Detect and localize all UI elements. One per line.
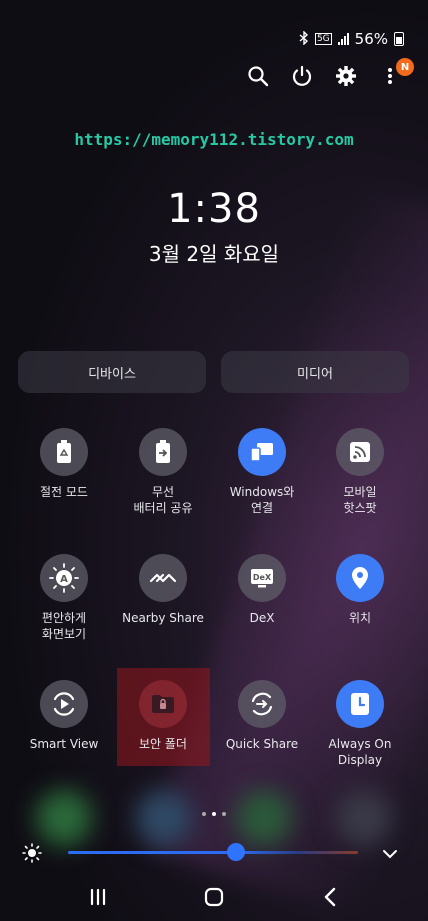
notification-badge: N — [396, 58, 414, 76]
expand-chevron-icon[interactable] — [382, 845, 398, 864]
tile-always-on-display[interactable]: Always On Display — [310, 680, 410, 768]
status-bar: 5G 56% — [299, 29, 404, 48]
tile-wireless-powershare[interactable]: 무선 배터리 공유 — [113, 428, 213, 516]
tile-label: 보안 폴더 — [139, 737, 187, 751]
signal-icon — [337, 33, 349, 45]
power-icon[interactable] — [290, 64, 314, 88]
svg-text:DeX: DeX — [253, 573, 272, 582]
tile-label: 절전 모드 — [40, 485, 88, 499]
clock-date: 3월 2일 화요일 — [148, 242, 280, 266]
tile-label: 위치 — [348, 611, 372, 625]
page-dot-active — [212, 812, 216, 816]
brightness-sun-icon — [22, 843, 42, 867]
tile-quick-share[interactable]: Quick Share — [212, 680, 312, 752]
settings-gear-icon[interactable] — [334, 64, 358, 88]
tile-mobile-hotspot[interactable]: 모바일 핫스팟 — [310, 428, 410, 516]
brightness-row — [0, 838, 428, 868]
tile-label: Windows와 연결 — [229, 485, 295, 515]
battery-icon — [394, 32, 404, 46]
devices-button[interactable]: 디바이스 — [18, 351, 206, 393]
svg-text:A: A — [60, 574, 68, 585]
brightness-slider[interactable] — [68, 851, 358, 854]
tile-label: Quick Share — [225, 737, 299, 751]
network-type: 5G — [314, 33, 332, 45]
tile-location[interactable]: 위치 — [310, 554, 410, 626]
battery-percent: 56% — [354, 30, 388, 48]
battery-recycle-icon — [40, 428, 88, 476]
tile-label: 무선 배터리 공유 — [133, 485, 193, 515]
tile-label: 편안하게 화면보기 — [41, 611, 87, 641]
page-indicator — [0, 812, 428, 816]
tile-nearby-share[interactable]: Nearby Share — [113, 554, 213, 626]
bluetooth-icon — [299, 29, 309, 48]
media-button[interactable]: 미디어 — [221, 351, 409, 393]
recent-apps-icon[interactable] — [83, 882, 113, 912]
secure-folder-icon — [139, 680, 187, 728]
always-on-display-icon — [336, 680, 384, 728]
tile-label: Smart View — [29, 737, 99, 751]
tile-eye-comfort[interactable]: A 편안하게 화면보기 — [14, 554, 114, 642]
panel-header-icons: N — [246, 58, 414, 88]
tile-power-saving[interactable]: 절전 모드 — [14, 428, 114, 500]
brightness-slider-handle[interactable] — [227, 843, 246, 861]
tile-secure-folder[interactable]: 보안 폴더 — [113, 680, 213, 752]
tile-dex[interactable]: DeX DeX — [212, 554, 312, 626]
dex-icon: DeX — [238, 554, 286, 602]
page-dot — [222, 812, 226, 816]
nearby-share-icon — [139, 554, 187, 602]
back-icon[interactable] — [315, 882, 345, 912]
tile-smart-view[interactable]: Smart View — [14, 680, 114, 752]
tile-label: Nearby Share — [122, 611, 204, 625]
more-options-icon[interactable]: N — [378, 58, 414, 88]
watermark-url: https://memory112.tistory.com — [74, 130, 354, 149]
tile-label: Always On Display — [328, 737, 392, 767]
battery-share-icon — [139, 428, 187, 476]
tile-label: 모바일 핫스팟 — [343, 485, 377, 515]
location-pin-icon — [336, 554, 384, 602]
smart-view-icon — [40, 680, 88, 728]
eye-comfort-icon: A — [40, 554, 88, 602]
search-icon[interactable] — [246, 64, 270, 88]
home-icon[interactable] — [199, 882, 229, 912]
navigation-bar — [0, 873, 428, 921]
page-dot — [202, 812, 206, 816]
hotspot-icon — [336, 428, 384, 476]
clock-time: 1:38 — [167, 186, 261, 232]
tile-label: DeX — [249, 611, 275, 625]
link-to-windows-icon — [238, 428, 286, 476]
tile-link-to-windows[interactable]: Windows와 연결 — [212, 428, 312, 516]
quick-share-icon — [238, 680, 286, 728]
